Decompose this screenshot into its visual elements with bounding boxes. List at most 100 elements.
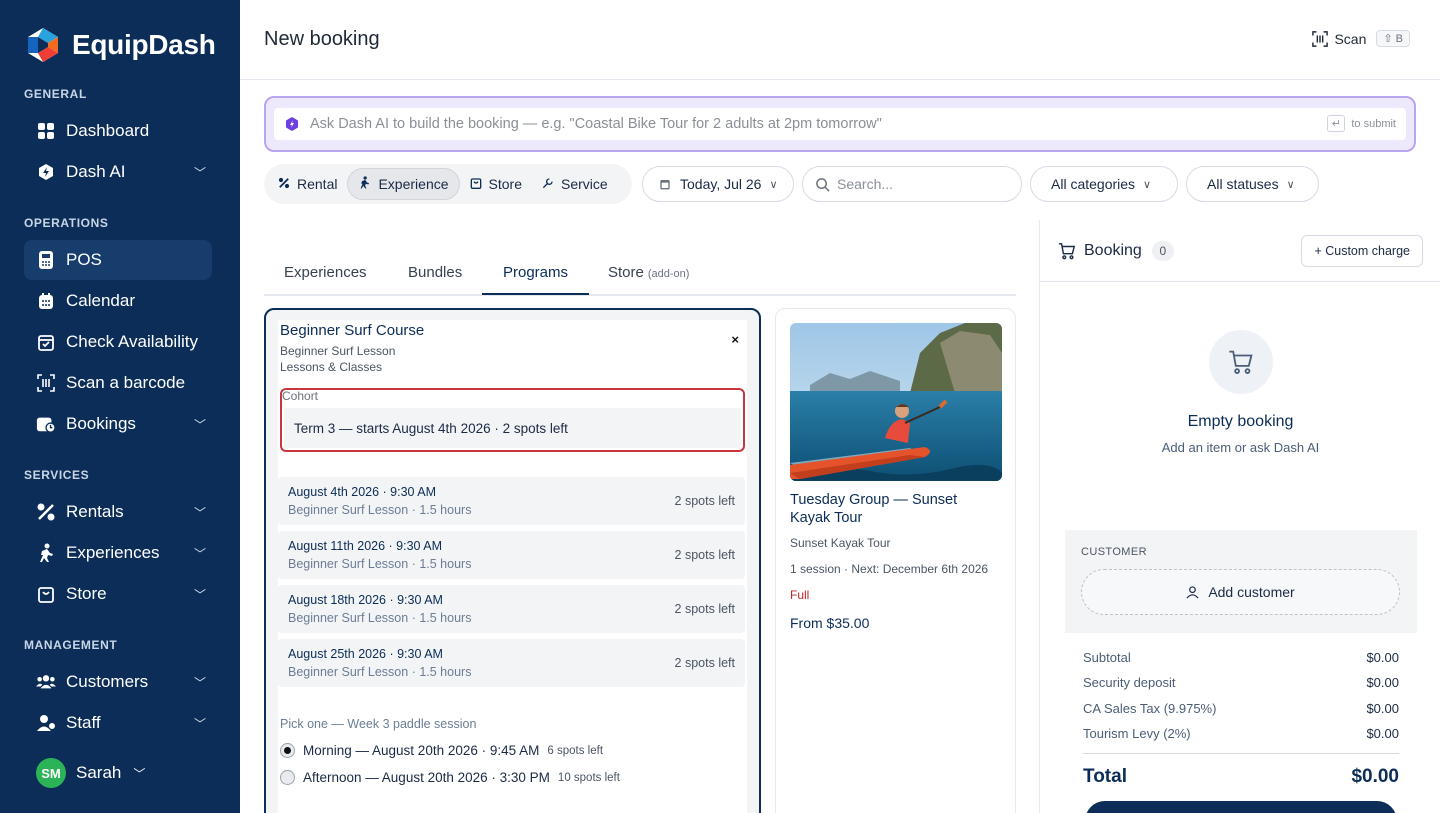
sidebar-item-label: Bookings <box>66 414 136 433</box>
program-subtitle: Beginner Surf Lesson <box>280 344 396 358</box>
ai-shield-icon <box>286 117 298 131</box>
user-menu[interactable]: SM Sarah ﹀ <box>36 758 145 788</box>
program-card-body: Beginner Surf Course Beginner Surf Lesso… <box>278 320 747 813</box>
sidebar-item-calendar[interactable]: Calendar <box>24 281 212 321</box>
session-spots: 2 spots left <box>674 548 735 562</box>
rentals-icon <box>36 502 56 522</box>
summary-row-subtotal: Subtotal $0.00 <box>1083 650 1399 665</box>
session-datetime: August 4th 2026 · 9:30 AM <box>288 485 437 499</box>
sidebar-item-staff[interactable]: Staff ﹀ <box>24 703 212 743</box>
categories-filter[interactable]: All categories ∨ <box>1030 166 1178 202</box>
option-morning[interactable]: Morning — August 20th 2026 · 9:45 AM 6 s… <box>280 743 603 758</box>
option-label: Afternoon — August 20th 2026 · 3:30 PM <box>303 770 550 785</box>
summary-row-sales-tax: CA Sales Tax (9.975%) $0.00 <box>1083 701 1399 716</box>
sidebar-item-scan-barcode[interactable]: Scan a barcode <box>24 363 212 403</box>
catalog-subtabs: Experiences Bundles Programs Store (add-o… <box>264 256 1016 296</box>
total-row: Total $0.00 <box>1083 766 1399 788</box>
add-customer-button[interactable]: Add customer <box>1081 569 1400 615</box>
tab-experience[interactable]: Experience <box>347 168 460 200</box>
checkout-button[interactable] <box>1085 801 1397 813</box>
subtab-experiences[interactable]: Experiences <box>284 264 367 281</box>
summary-label: Subtotal <box>1083 650 1131 665</box>
session-spots: 2 spots left <box>674 494 735 508</box>
option-afternoon[interactable]: Afternoon — August 20th 2026 · 3:30 PM 1… <box>280 770 620 785</box>
experience-title: Tuesday Group — Sunset Kayak Tour <box>790 492 958 526</box>
subtab-label: Store <box>608 264 644 281</box>
page-title: New booking <box>264 28 380 50</box>
sidebar-item-rentals[interactable]: Rentals ﹀ <box>24 492 212 532</box>
chevron-down-icon: ﹀ <box>193 588 206 602</box>
subtab-programs[interactable]: Programs <box>503 264 568 281</box>
search-box[interactable] <box>802 166 1022 202</box>
date-filter[interactable]: Today, Jul 26 ∨ <box>642 166 794 202</box>
categories-filter-label: All categories <box>1051 176 1136 192</box>
active-tab-indicator <box>482 293 589 295</box>
sidebar-item-store[interactable]: Store ﹀ <box>24 574 212 614</box>
sidebar-item-bookings[interactable]: Bookings ﹀ <box>24 404 212 444</box>
experiences-icon <box>36 543 56 563</box>
dash-ai-input-wrap[interactable]: Ask Dash AI to build the booking — e.g. … <box>274 108 1406 140</box>
sidebar-item-customers[interactable]: Customers ﹀ <box>24 662 212 702</box>
sidebar-item-check-availability[interactable]: Check Availability <box>24 322 212 362</box>
session-spots: 2 spots left <box>674 602 735 616</box>
tab-service[interactable]: Service <box>532 168 618 200</box>
sidebar-item-experiences[interactable]: Experiences ﹀ <box>24 533 212 573</box>
radio-unselected[interactable] <box>280 770 295 785</box>
scan-button[interactable]: Scan ⇧ B <box>1312 30 1410 47</box>
cohort-select[interactable]: Term 3 — starts August 4th 2026 · 2 spot… <box>284 408 741 448</box>
section-services: SERVICES <box>24 468 90 482</box>
calendar-icon <box>36 291 56 311</box>
rental-icon <box>278 177 290 192</box>
custom-charge-button[interactable]: + Custom charge <box>1301 235 1423 267</box>
summary-label: Tourism Levy (2%) <box>1083 726 1191 741</box>
user-icon <box>1186 585 1199 598</box>
sidebar-item-label: Scan a barcode <box>66 373 186 392</box>
sidebar-item-dashboard[interactable]: Dashboard <box>24 111 212 151</box>
chevron-down-icon: ﹀ <box>193 166 206 180</box>
statuses-filter[interactable]: All statuses ∨ <box>1186 166 1319 202</box>
experience-sessions: 1 session · Next: December 6th 2026 <box>790 562 989 576</box>
subtab-store[interactable]: Store (add-on) <box>608 264 689 281</box>
scan-label: Scan <box>1334 30 1367 47</box>
sidebar-item-label: Rentals <box>66 502 124 521</box>
session-detail: Beginner Surf Lesson · 1.5 hours <box>288 557 472 571</box>
tab-label: Store <box>488 176 522 192</box>
booking-count-badge: 0 <box>1151 241 1174 261</box>
date-filter-label: Today, Jul 26 <box>680 176 762 192</box>
customer-section: CUSTOMER Add customer <box>1065 530 1417 633</box>
submit-hint-text: to submit <box>1351 117 1396 130</box>
staff-icon <box>36 713 56 733</box>
dash-ai-input[interactable]: Ask Dash AI to build the booking — e.g. … <box>310 116 882 132</box>
session-row: August 18th 2026 · 9:30 AM Beginner Surf… <box>278 585 745 633</box>
session-row: August 11th 2026 · 9:30 AM Beginner Surf… <box>278 531 745 579</box>
option-spots: 6 spots left <box>547 744 604 757</box>
user-name: Sarah <box>76 763 122 782</box>
session-row: August 25th 2026 · 9:30 AM Beginner Surf… <box>278 639 745 687</box>
add-customer-label: Add customer <box>1208 584 1295 600</box>
chevron-down-icon: ﹀ <box>193 676 206 690</box>
tab-store[interactable]: Store <box>460 168 532 200</box>
chevron-down-icon: ﹀ <box>193 547 206 561</box>
sidebar-item-label: Dash AI <box>66 162 126 181</box>
experience-price: From $35.00 <box>790 615 870 631</box>
subtab-bundles[interactable]: Bundles <box>408 264 462 281</box>
sidebar-item-dash-ai[interactable]: Dash AI ﹀ <box>24 152 212 192</box>
empty-booking-title: Empty booking <box>1187 413 1294 430</box>
close-icon[interactable]: × <box>731 332 739 347</box>
sidebar-item-pos[interactable]: POS <box>24 240 212 280</box>
tab-label: Rental <box>297 176 338 192</box>
app-logo[interactable]: EquipDash <box>24 26 216 64</box>
session-detail: Beginner Surf Lesson · 1.5 hours <box>288 503 472 517</box>
search-input[interactable] <box>837 176 987 192</box>
program-card[interactable]: Beginner Surf Course Beginner Surf Lesso… <box>264 308 761 813</box>
summary-value: $0.00 <box>1366 675 1399 690</box>
radio-selected[interactable] <box>280 743 295 758</box>
calendar-check-icon <box>36 332 56 352</box>
cohort-field[interactable]: Cohort Term 3 — starts August 4th 2026 ·… <box>280 388 745 452</box>
tab-rental[interactable]: Rental <box>268 168 347 200</box>
experience-card[interactable]: Tuesday Group — Sunset Kayak Tour Sunset… <box>775 308 1016 813</box>
dash-ai-bar: Ask Dash AI to build the booking — e.g. … <box>264 96 1416 152</box>
bookings-icon <box>36 414 56 434</box>
divider <box>1083 753 1399 754</box>
barcode-scan-icon <box>1312 30 1329 47</box>
